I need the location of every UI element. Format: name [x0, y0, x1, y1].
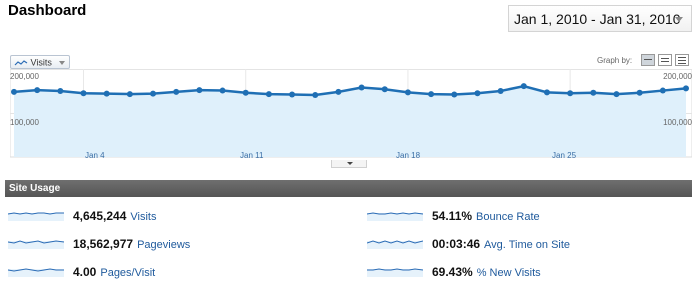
metric-pageviews: 18,562,977 Pageviews — [8, 236, 348, 252]
metric-value: 18,562,977 — [73, 237, 134, 251]
metric-visits: 4,645,244 Visits — [8, 208, 348, 224]
metric-new-visits: 69.43% % New Visits — [367, 264, 692, 280]
date-range-picker[interactable]: Jan 1, 2010 - Jan 31, 2010 — [508, 5, 692, 32]
data-point — [520, 83, 527, 90]
x-axis-label: Jan 18 — [396, 151, 421, 160]
metric-avg-time: 00:03:46 Avg. Time on Site — [367, 236, 692, 252]
data-point — [34, 87, 41, 94]
data-point — [358, 84, 365, 91]
page-title: Dashboard — [8, 2, 87, 19]
data-point — [590, 89, 597, 96]
data-point — [57, 88, 64, 94]
data-point — [196, 87, 203, 94]
data-point — [289, 91, 296, 98]
collapse-graph-button[interactable] — [331, 160, 367, 168]
data-point — [567, 90, 574, 97]
data-point — [126, 91, 133, 98]
data-point — [474, 90, 481, 97]
metric-value: 4,645,244 — [73, 209, 127, 223]
chevron-down-icon — [59, 61, 65, 65]
y-axis-mid-label-right: 100,000 — [663, 118, 692, 127]
metric-pages-per-visit: 4.00 Pages/Visit — [8, 264, 348, 280]
avg-time-link[interactable]: Avg. Time on Site — [484, 239, 570, 251]
data-point — [11, 88, 17, 95]
y-axis-top-label-right: 200,000 — [663, 72, 692, 81]
x-axis-label: Jan 25 — [552, 151, 577, 160]
y-axis-top-label-left: 200,000 — [10, 72, 39, 81]
visits-chart-svg — [10, 69, 692, 158]
visits-link[interactable]: Visits — [130, 211, 156, 223]
data-point — [173, 88, 180, 95]
data-point — [242, 89, 249, 96]
data-point — [265, 91, 272, 98]
visits-chart: 200,000 200,000 100,000 100,000 Jan 4 Ja… — [10, 69, 692, 160]
data-point — [636, 89, 643, 96]
data-point — [613, 91, 620, 98]
metric-selector-label: Visits — [30, 57, 52, 68]
metric-selector[interactable]: Visits — [10, 55, 70, 69]
visits-area — [14, 86, 686, 157]
metric-bounce-rate: 54.11% Bounce Rate — [367, 208, 692, 224]
metric-value: 4.00 — [73, 265, 97, 279]
date-range-label: Jan 1, 2010 - Jan 31, 2010 — [514, 11, 681, 27]
data-point — [404, 89, 411, 96]
data-point — [497, 88, 504, 94]
sparkline — [8, 268, 64, 277]
data-point — [80, 90, 87, 97]
metric-value: 54.11% — [432, 209, 473, 223]
sparkline — [8, 240, 64, 249]
sparkline — [367, 212, 423, 221]
graph-by-label: Graph by: — [597, 56, 633, 65]
sparkline — [367, 268, 423, 277]
new-visits-link[interactable]: % New Visits — [477, 267, 541, 279]
data-point — [451, 91, 458, 98]
metric-value: 00:03:46 — [432, 237, 481, 251]
data-point — [312, 91, 319, 98]
data-point — [103, 90, 110, 97]
graph-by-month-button[interactable] — [675, 54, 689, 66]
sparkline — [8, 212, 64, 221]
pageviews-link[interactable]: Pageviews — [137, 239, 190, 251]
graph-by-week-button[interactable] — [658, 54, 672, 66]
data-point — [335, 88, 342, 95]
data-point — [381, 86, 388, 93]
data-point — [150, 90, 157, 97]
sparkline — [367, 240, 423, 249]
pages-per-visit-link[interactable]: Pages/Visit — [100, 267, 155, 279]
bounce-rate-link[interactable]: Bounce Rate — [476, 211, 540, 223]
y-axis-mid-label-left: 100,000 — [10, 118, 39, 127]
chevron-down-icon — [347, 162, 353, 165]
graph-by-day-button[interactable] — [641, 54, 655, 66]
data-point — [428, 91, 435, 98]
site-usage-header: Site Usage — [5, 180, 692, 197]
data-point — [683, 85, 689, 92]
x-axis-label: Jan 4 — [85, 151, 105, 160]
line-chart-icon — [14, 59, 28, 66]
data-point — [543, 89, 550, 96]
chevron-down-icon — [675, 17, 683, 22]
x-axis-label: Jan 11 — [240, 151, 264, 160]
data-point — [219, 87, 226, 94]
metric-value: 69.43% — [432, 265, 473, 279]
data-point — [659, 87, 666, 94]
